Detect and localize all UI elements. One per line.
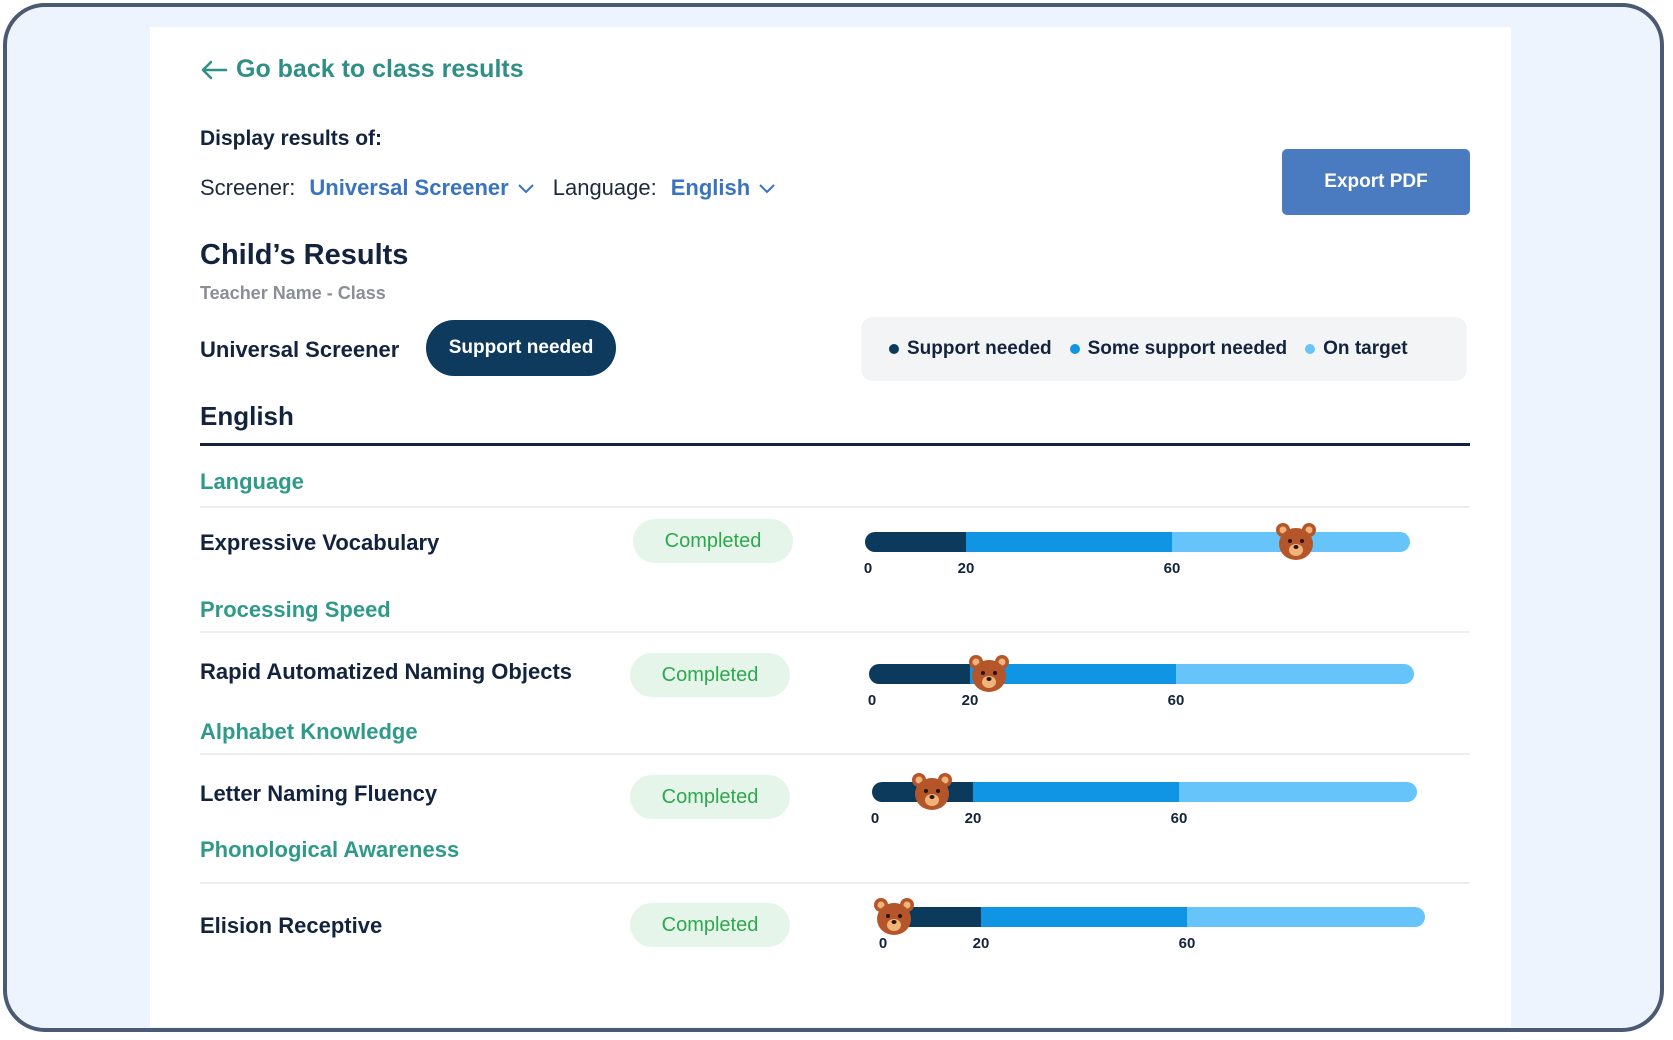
legend: Support needed Some support needed On ta… (861, 317, 1467, 381)
tick-label: 0 (867, 692, 877, 709)
completion-status-badge: Completed (630, 903, 790, 947)
legend-item-support-needed: Support needed (889, 338, 1052, 360)
score-scale: 0 20 60 (867, 654, 1414, 714)
tick-label: 20 (961, 692, 979, 709)
arrow-left-icon (201, 60, 228, 79)
category-heading: Language (200, 469, 304, 494)
legend-label: Support needed (907, 338, 1052, 359)
test-name: Elision Receptive (200, 913, 383, 938)
test-name: Rapid Automatized Naming Objects (200, 659, 573, 684)
legend-item-some-support: Some support needed (1069, 338, 1288, 360)
score-scale: 0 20 60 (874, 897, 1425, 957)
score-scale: 0 20 60 (863, 522, 1410, 582)
score-bar (869, 664, 1414, 684)
export-pdf-button[interactable]: Export PDF (1282, 149, 1470, 215)
legend-dot (889, 344, 899, 354)
some-support-segment (981, 907, 1187, 927)
score-bar (880, 907, 1425, 927)
tick-label: 0 (878, 935, 888, 952)
screener-value: Universal Screener (309, 175, 509, 200)
completion-status-badge: Completed (630, 653, 790, 697)
bear-marker-icon (1275, 523, 1316, 560)
tick-label: 60 (1170, 810, 1188, 827)
on-target-segment (1187, 907, 1425, 927)
category-heading: Phonological Awareness (200, 837, 460, 862)
filter-bar: Screener: Universal Screener Language: E… (200, 175, 794, 201)
screener-name: Universal Screener (200, 337, 400, 362)
language-value: English (670, 175, 751, 200)
tick-label: 60 (1163, 560, 1181, 577)
results-panel: Go back to class results Display results… (150, 27, 1511, 1027)
page-title: Child’s Results (200, 239, 409, 271)
some-support-segment (966, 532, 1172, 552)
divider (200, 753, 1470, 755)
bear-marker-icon (968, 655, 1009, 692)
on-target-segment (1179, 782, 1417, 802)
chevron-down-icon (518, 184, 534, 194)
tick-label: 0 (870, 810, 880, 827)
app-frame: Go back to class results Display results… (3, 3, 1664, 1032)
tick-label: 20 (972, 935, 990, 952)
category-heading: Alphabet Knowledge (200, 719, 418, 744)
legend-label: On target (1323, 338, 1408, 359)
section-title: English (200, 401, 294, 431)
test-name: Expressive Vocabulary (200, 530, 440, 555)
tick-label: 60 (1167, 692, 1185, 709)
tick-label: 60 (1178, 935, 1196, 952)
chevron-down-icon (759, 184, 775, 194)
bear-marker-icon (874, 898, 914, 935)
legend-item-on-target: On target (1305, 338, 1408, 360)
screener-label: Screener: (200, 175, 296, 200)
language-dropdown[interactable]: English (671, 175, 776, 201)
completion-status-badge: Completed (630, 775, 790, 819)
divider (200, 506, 1470, 508)
completion-status-badge: Completed (633, 519, 793, 563)
tick-label: 20 (964, 810, 982, 827)
score-scale: 0 20 60 (870, 772, 1417, 832)
bear-marker-icon (911, 773, 952, 810)
back-link-label: Go back to class results (236, 55, 524, 83)
legend-dot (1305, 344, 1316, 354)
back-link[interactable]: Go back to class results (200, 55, 524, 84)
on-target-segment (1176, 664, 1414, 684)
display-results-heading: Display results of: (200, 127, 383, 150)
language-label: Language: (552, 175, 657, 200)
section-divider (200, 443, 1470, 446)
overall-status-badge: Support needed (426, 320, 616, 376)
category-heading: Processing Speed (200, 597, 391, 622)
tick-label: 20 (957, 560, 975, 577)
test-name: Letter Naming Fluency (200, 781, 438, 806)
divider (200, 882, 1470, 884)
support-needed-segment (869, 664, 970, 684)
support-needed-segment (865, 532, 966, 552)
some-support-segment (973, 782, 1179, 802)
legend-label: Some support needed (1087, 338, 1288, 359)
tick-label: 0 (863, 560, 873, 577)
teacher-class-subtitle: Teacher Name - Class (200, 283, 386, 303)
screener-dropdown[interactable]: Universal Screener (309, 175, 534, 201)
legend-dot (1069, 344, 1080, 354)
score-bar (865, 532, 1410, 552)
divider (200, 631, 1470, 633)
